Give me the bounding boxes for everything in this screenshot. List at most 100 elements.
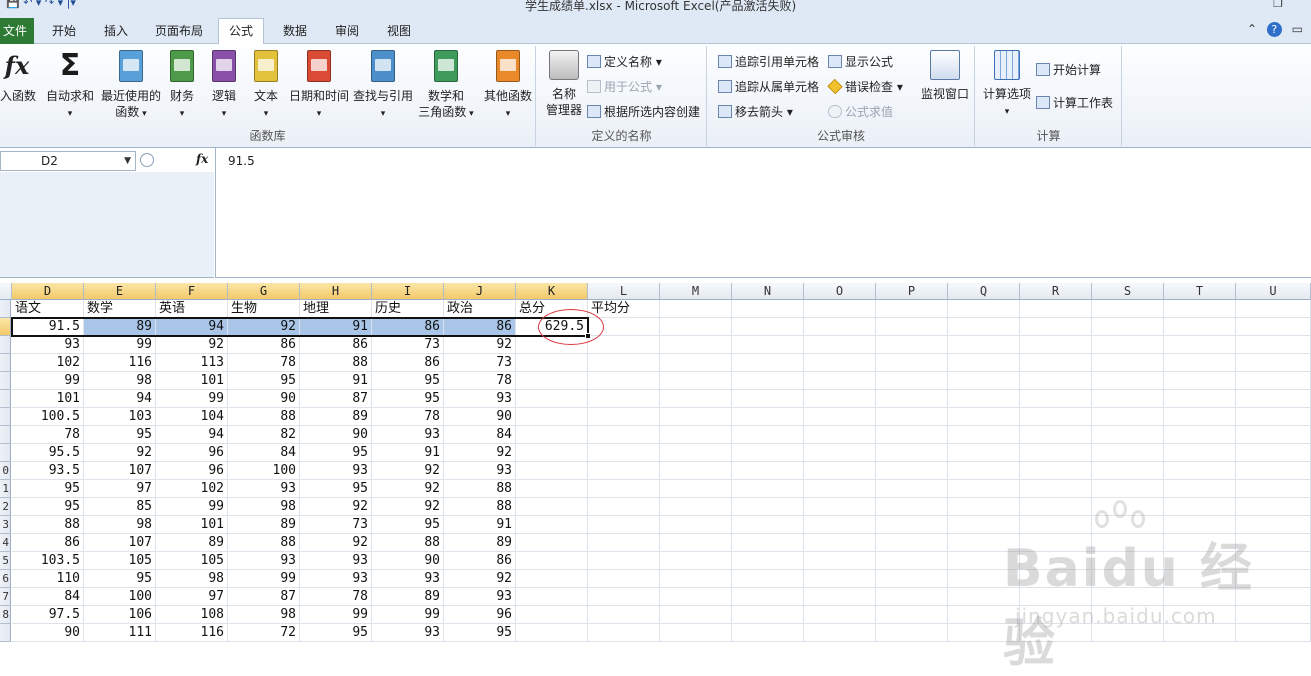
cell-e13[interactable]: 98 [84,516,156,534]
column-header-j[interactable]: J [444,283,516,300]
row-header[interactable] [0,318,11,336]
cell-d14[interactable]: 86 [12,534,84,552]
cell-p18[interactable] [876,606,948,624]
cell-j14[interactable]: 89 [444,534,516,552]
cell-r11[interactable] [1020,480,1092,498]
cell-h1[interactable]: 地理 [300,300,372,318]
cell-n11[interactable] [732,480,804,498]
cell-e12[interactable]: 85 [84,498,156,516]
cell-e1[interactable]: 数学 [84,300,156,318]
cell-o2[interactable] [804,318,876,336]
cell-m9[interactable] [660,444,732,462]
cell-r19[interactable] [1020,624,1092,642]
trace-dependents-button[interactable]: 追踪从属单元格 [718,79,819,95]
cell-n5[interactable] [732,372,804,390]
cell-h4[interactable]: 88 [300,354,372,372]
cell-o1[interactable] [804,300,876,318]
cell-s19[interactable] [1092,624,1164,642]
cell-n13[interactable] [732,516,804,534]
cell-n6[interactable] [732,390,804,408]
cell-s8[interactable] [1092,426,1164,444]
cell-t5[interactable] [1164,372,1236,390]
cell-m8[interactable] [660,426,732,444]
cell-t9[interactable] [1164,444,1236,462]
cell-r7[interactable] [1020,408,1092,426]
window-restore-icon[interactable]: ▭ [1292,22,1303,36]
cell-n19[interactable] [732,624,804,642]
cell-g8[interactable]: 82 [228,426,300,444]
cell-i10[interactable]: 92 [372,462,444,480]
cell-h7[interactable]: 89 [300,408,372,426]
cell-r18[interactable] [1020,606,1092,624]
cell-l19[interactable] [588,624,660,642]
cell-j8[interactable]: 84 [444,426,516,444]
cell-e4[interactable]: 116 [84,354,156,372]
cell-r8[interactable] [1020,426,1092,444]
cell-k4[interactable] [516,354,588,372]
cell-l13[interactable] [588,516,660,534]
cell-f13[interactable]: 101 [156,516,228,534]
cell-p13[interactable] [876,516,948,534]
cell-i14[interactable]: 88 [372,534,444,552]
cell-g11[interactable]: 93 [228,480,300,498]
cell-d18[interactable]: 97.5 [12,606,84,624]
cell-k10[interactable] [516,462,588,480]
cell-k17[interactable] [516,588,588,606]
cell-s16[interactable] [1092,570,1164,588]
cell-i16[interactable]: 93 [372,570,444,588]
cell-g4[interactable]: 78 [228,354,300,372]
cell-m7[interactable] [660,408,732,426]
column-header-h[interactable]: H [300,283,372,300]
cell-p11[interactable] [876,480,948,498]
cell-g15[interactable]: 93 [228,552,300,570]
cell-n12[interactable] [732,498,804,516]
cell-j15[interactable]: 86 [444,552,516,570]
cell-j18[interactable]: 96 [444,606,516,624]
tab-formulas[interactable]: 公式 [218,18,265,45]
cell-h12[interactable]: 92 [300,498,372,516]
cell-d13[interactable]: 88 [12,516,84,534]
chevron-down-icon[interactable]: ▼ [124,152,131,170]
cell-q11[interactable] [948,480,1020,498]
cell-f15[interactable]: 105 [156,552,228,570]
cell-o19[interactable] [804,624,876,642]
cell-u2[interactable] [1236,318,1311,336]
row-header[interactable]: 1 [0,480,11,498]
cell-l17[interactable] [588,588,660,606]
cell-o12[interactable] [804,498,876,516]
cell-r6[interactable] [1020,390,1092,408]
cell-s6[interactable] [1092,390,1164,408]
cell-k8[interactable] [516,426,588,444]
cell-s13[interactable] [1092,516,1164,534]
calculation-options-button[interactable]: 计算选项 ▾ [980,50,1034,120]
cell-d3[interactable]: 93 [12,336,84,354]
cell-t8[interactable] [1164,426,1236,444]
cell-e7[interactable]: 103 [84,408,156,426]
cell-e11[interactable]: 97 [84,480,156,498]
cell-u3[interactable] [1236,336,1311,354]
cell-i18[interactable]: 99 [372,606,444,624]
cell-s5[interactable] [1092,372,1164,390]
cell-s12[interactable] [1092,498,1164,516]
formula-input[interactable]: 91.5 [215,148,1311,278]
cell-o9[interactable] [804,444,876,462]
cell-n1[interactable] [732,300,804,318]
cell-q19[interactable] [948,624,1020,642]
cell-d6[interactable]: 101 [12,390,84,408]
cell-g9[interactable]: 84 [228,444,300,462]
select-all-corner[interactable] [0,283,12,300]
cell-f7[interactable]: 104 [156,408,228,426]
cell-f9[interactable]: 96 [156,444,228,462]
cell-t11[interactable] [1164,480,1236,498]
cell-t6[interactable] [1164,390,1236,408]
cell-d17[interactable]: 84 [12,588,84,606]
cell-r14[interactable] [1020,534,1092,552]
row-header[interactable] [0,444,11,462]
tab-file[interactable]: 文件 [0,18,34,44]
tab-view[interactable]: 视图 [383,20,415,44]
cell-k2[interactable]: 629.5 [516,318,588,336]
cell-d5[interactable]: 99 [12,372,84,390]
column-header-u[interactable]: U [1236,283,1311,300]
cell-r13[interactable] [1020,516,1092,534]
cell-g16[interactable]: 99 [228,570,300,588]
